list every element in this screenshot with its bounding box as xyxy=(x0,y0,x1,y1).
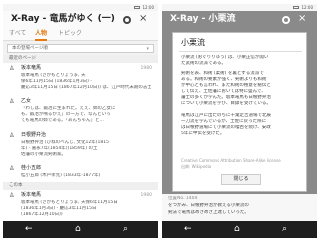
license-link[interactable]: Creative Commons Attribution Share-Alike… xyxy=(181,158,281,163)
list-item[interactable]: ♙ 日根野弁治 日根野弁治 (ひねのべんじ, 文化12年(1815 年) - 嘉… xyxy=(3,131,158,161)
person-icon: ♙ xyxy=(9,98,15,105)
entry-name: 桂小五郎 xyxy=(21,165,42,171)
search-icon[interactable]: ⌕ xyxy=(282,224,287,235)
tab-people[interactable]: 人物 xyxy=(35,30,47,38)
person-icon: ♙ xyxy=(9,165,15,172)
section-header: この本 xyxy=(3,182,158,190)
list-item[interactable]: ♙ 坂本竜馬 1980 坂本竜馬 (さかもとりょうま, 天保6年11月15日 (… xyxy=(3,191,158,221)
app-bar: X-Ray - 小栗流 × xyxy=(162,11,317,28)
dialog-paragraph: 小栗流 (おぐりりゅう) は、小栗正信が開い た武術の流派である。 xyxy=(181,55,269,66)
sort-label: 本の登場ページ順 xyxy=(12,46,48,51)
book-excerpt: 位置No. 1404 をつかみ、日根野弁治が教える小栗流の 剣法で竜馬はめきめき… xyxy=(162,194,317,221)
divider xyxy=(179,51,302,52)
tab-all[interactable]: すべて xyxy=(9,30,26,38)
active-tab-indicator xyxy=(35,39,47,41)
location-label: 位置No. 1404 xyxy=(168,196,198,201)
status-time: 12:00 xyxy=(301,5,313,10)
home-icon[interactable]: ⌂ xyxy=(234,224,240,235)
list-item[interactable]: ♙ 乙女 「わしは、鍛冶に生まれた。ええ、姉の乙女に も、鍛冶が鳴るかえ」の一方… xyxy=(3,97,158,127)
entry-description: 日根野弁治 (ひねのべんじ, 文化12年(1815 年) - 嘉永7年(1854… xyxy=(21,140,109,157)
excerpt-line: をつかみ、日根野弁治が教える小栗流の xyxy=(168,203,249,208)
nav-bar: ← ⌂ ⌕ xyxy=(162,221,317,238)
tab-topics[interactable]: トピック xyxy=(58,30,82,38)
back-icon[interactable]: ← xyxy=(25,224,33,235)
home-icon[interactable]: ⌂ xyxy=(75,224,81,235)
page-title: X-Ray - 竜馬がゆく (一) xyxy=(11,14,115,24)
person-icon: ♙ xyxy=(9,65,15,72)
entry-count: 1980 xyxy=(140,193,152,198)
entry-name: 乙女 xyxy=(21,98,32,104)
person-icon: ♙ xyxy=(9,132,15,139)
source-link[interactable]: 出典: Wikipedia xyxy=(181,164,211,169)
entry-description: 坂本竜馬 (さかもとりょうま, 天 保6年11月15日 (1836年1月3日) … xyxy=(21,73,151,90)
close-icon[interactable]: × xyxy=(139,13,147,25)
dialog-title: 小栗流 xyxy=(181,38,205,47)
dialog-paragraph: 竜馬は江戸に出たのちに千葉定吉道場で北辰 一刀流を学んでいるが、土佐に戻った際に… xyxy=(181,113,271,136)
back-icon[interactable]: ← xyxy=(184,224,192,235)
person-icon: ♙ xyxy=(9,192,15,199)
excerpt-line: 剣法で竜馬はめきめき上達していった。 xyxy=(168,210,249,215)
close-icon[interactable]: × xyxy=(298,13,306,25)
app-bar: X-Ray - 竜馬がゆく (一) × xyxy=(3,11,158,28)
close-button[interactable]: 閉じる xyxy=(221,174,261,185)
entry-name: 坂本竜馬 xyxy=(21,65,42,71)
entry-description: 坂本竜馬 (さかもとりょうま, 天保6年11月15日 (1836年1月3日) -… xyxy=(21,200,118,217)
sort-dropdown[interactable]: 本の登場ページ順 ▾ xyxy=(7,44,154,53)
section-header: 最近のページ xyxy=(3,55,158,63)
battery-icon xyxy=(293,6,299,9)
right-screen: 12:00 X-Ray - 小栗流 × 小栗流 小栗流 (おぐりりゅう) は、小… xyxy=(162,4,317,238)
chevron-down-icon: ▾ xyxy=(146,46,149,52)
dialog-paragraph: 剣術を表、和術 (柔術) を裏とする流派で ある。和術の要素が強く、剣術よりも和… xyxy=(181,71,271,106)
entry-count: 1980 xyxy=(140,66,152,71)
status-bar: 12:00 xyxy=(3,4,158,11)
entry-name: 日根野弁治 xyxy=(21,132,47,138)
status-time: 12:00 xyxy=(142,5,154,10)
status-bar: 12:00 xyxy=(162,4,317,11)
left-screen: 12:00 X-Ray - 竜馬がゆく (一) × すべて 人物 トピック 本の… xyxy=(3,4,158,238)
nav-bar: ← ⌂ ⌕ xyxy=(3,221,158,238)
page-title: X-Ray - 小栗流 xyxy=(170,14,236,24)
tab-bar: すべて 人物 トピック xyxy=(3,28,158,41)
list-item[interactable]: ♙ 坂本竜馬 1980 坂本竜馬 (さかもとりょうま, 天 保6年11月15日 … xyxy=(3,64,158,94)
gear-icon[interactable] xyxy=(123,16,131,24)
entry-description: 桂小五郎 (木戸孝允) (1833年-1877年) xyxy=(21,173,101,178)
xray-list: 最近のページ ♙ 坂本竜馬 1980 坂本竜馬 (さかもとりょうま, 天 保6年… xyxy=(3,55,158,221)
entry-description: 「わしは、鍛冶に生まれた。ええ、姉の乙女に も、鍛冶が鳴るかえ」の一方で、なんと… xyxy=(21,106,116,123)
battery-icon xyxy=(134,6,140,9)
entry-name: 坂本竜馬 xyxy=(21,192,42,198)
search-icon[interactable]: ⌕ xyxy=(123,224,128,235)
list-item[interactable]: ♙ 桂小五郎 桂小五郎 (木戸孝允) (1833年-1877年) xyxy=(3,164,158,180)
term-dialog: 小栗流 小栗流 (おぐりりゅう) は、小栗正信が開い た武術の流派である。 剣術… xyxy=(172,32,307,192)
gear-icon[interactable] xyxy=(282,16,290,24)
